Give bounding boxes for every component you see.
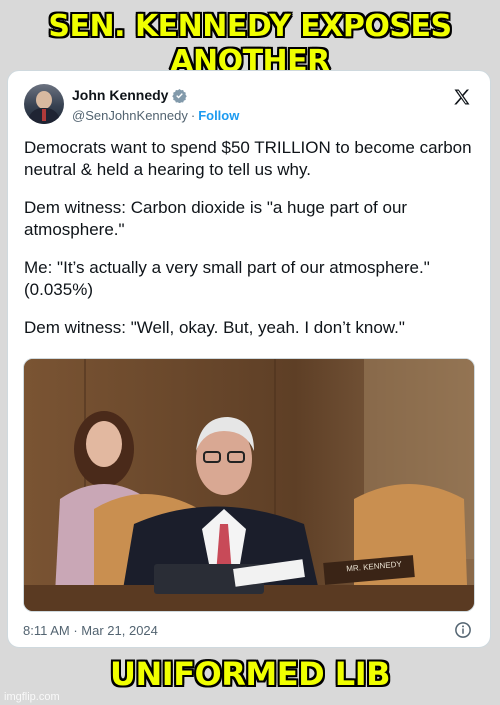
handle-row: @SenJohnKennedy · Follow — [72, 108, 239, 123]
info-icon[interactable] — [454, 621, 472, 639]
author-row: John Kennedy — [72, 87, 188, 103]
follow-button[interactable]: Follow — [198, 108, 239, 123]
hearing-photo — [24, 359, 474, 611]
tweet-paragraph: Dem witness: Carbon dioxide is "a huge p… — [24, 198, 408, 239]
watermark: imgflip.com — [4, 691, 60, 703]
author-name[interactable]: John Kennedy — [72, 87, 168, 103]
tweet-paragraph: Democrats want to spend $50 TRILLION to … — [24, 138, 472, 179]
x-logo-icon[interactable] — [452, 87, 472, 107]
bottom-caption: UNIFORMED LIB — [110, 655, 390, 693]
tweet-timestamp[interactable]: 8:11 AM · Mar 21, 2024 — [23, 623, 158, 638]
author-handle[interactable]: @SenJohnKennedy — [72, 108, 188, 123]
handle-separator: · — [190, 108, 196, 123]
verified-badge-icon — [172, 88, 188, 103]
tweet-paragraph: Me: "It’s actually a very small part of … — [24, 258, 430, 299]
tweet-media-image[interactable]: MR. KENNEDY — [23, 358, 475, 612]
tweet-paragraph: Dem witness: "Well, okay. But, yeah. I d… — [24, 318, 405, 337]
avatar[interactable] — [24, 84, 64, 124]
top-caption: SEN. KENNEDY EXPOSES ANOTHER — [48, 9, 452, 79]
tweet-card: John Kennedy @SenJohnKennedy · Follow De… — [7, 70, 491, 648]
tweet-text: Democrats want to spend $50 TRILLION to … — [24, 137, 476, 355]
